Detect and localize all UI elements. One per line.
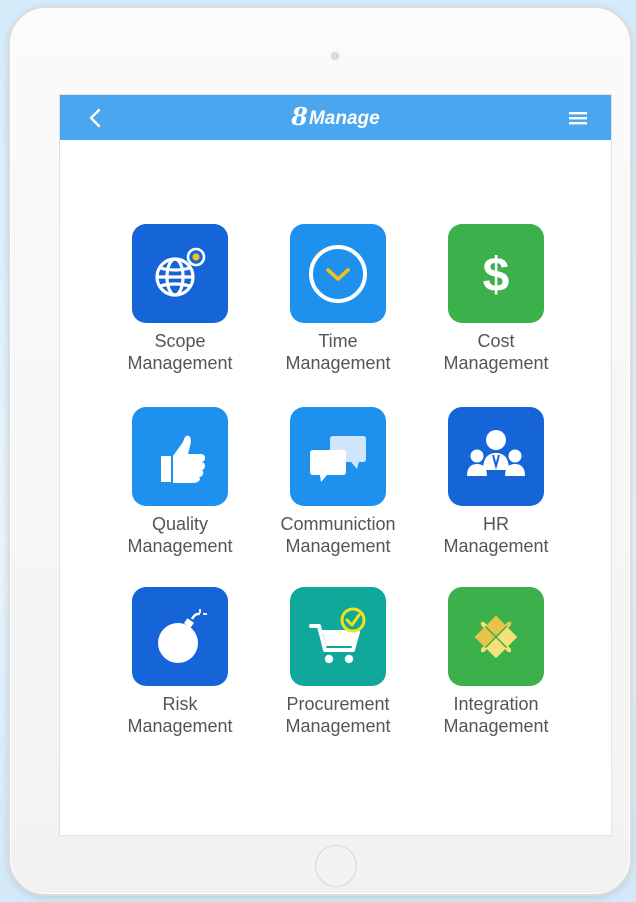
module-tile-risk[interactable]: Risk Management (110, 587, 250, 752)
bomb-icon (132, 587, 228, 686)
module-label: Time Management (285, 331, 391, 373)
module-tile-integration[interactable]: Integration Management (426, 587, 566, 752)
puzzle-icon (448, 587, 544, 686)
team-icon (448, 407, 544, 506)
home-button[interactable] (315, 845, 357, 887)
module-tile-procurement[interactable]: Procurement Management (268, 587, 408, 752)
module-label: Quality Management (127, 514, 233, 556)
module-tile-hr[interactable]: HR Management (426, 407, 566, 572)
camera-dot (331, 52, 339, 60)
module-tile-cost[interactable]: $ Cost Management (426, 224, 566, 389)
app-screen: 8 Manage Scope Management Time Managemen… (59, 94, 612, 836)
module-label: Scope Management (127, 331, 233, 373)
module-label: HR Management (443, 514, 549, 556)
module-label: Procurement Management (285, 694, 391, 736)
dollar-icon: $ (448, 224, 544, 323)
clock-icon (290, 224, 386, 323)
thumbs-up-icon (132, 407, 228, 506)
globe-pin-icon (132, 224, 228, 323)
module-label: Integration Management (443, 694, 549, 736)
module-label: Communiction Management (280, 514, 396, 556)
svg-text:$: $ (483, 249, 510, 302)
module-tile-scope[interactable]: Scope Management (110, 224, 250, 389)
module-label: Risk Management (127, 694, 233, 736)
module-tile-time[interactable]: Time Management (268, 224, 408, 389)
module-grid: Scope Management Time Management $ Cost … (60, 95, 611, 835)
module-tile-communication[interactable]: Communiction Management (268, 407, 408, 572)
chat-bubbles-icon (290, 407, 386, 506)
module-label: Cost Management (443, 331, 549, 373)
tablet-frame: 8 Manage Scope Management Time Managemen… (8, 6, 632, 896)
module-tile-quality[interactable]: Quality Management (110, 407, 250, 572)
cart-check-icon (290, 587, 386, 686)
